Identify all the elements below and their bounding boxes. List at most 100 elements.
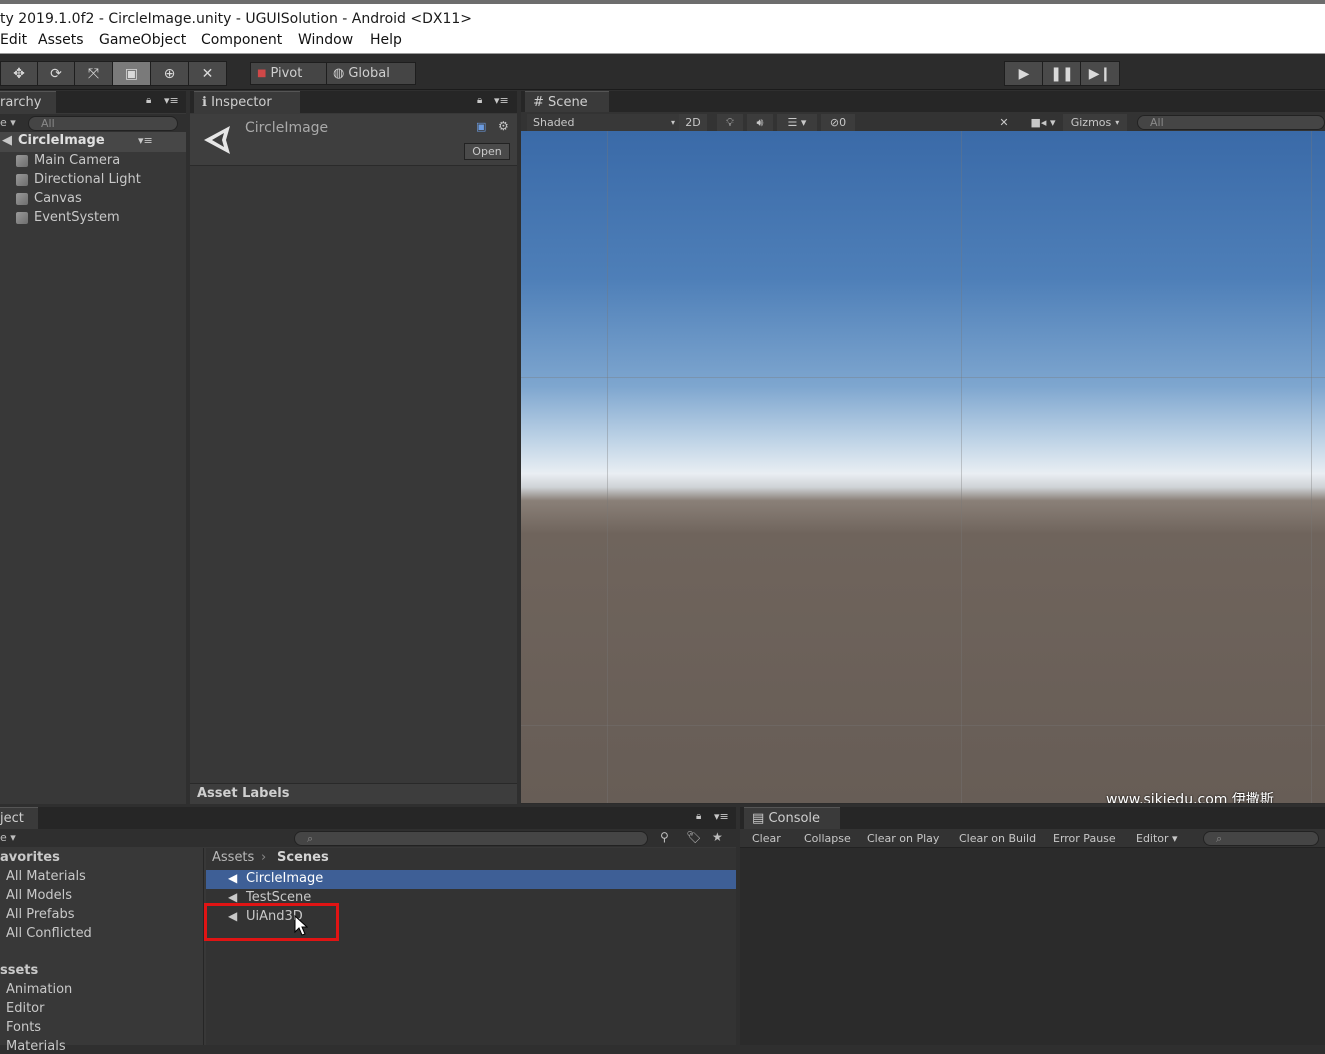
global-toggle[interactable]: ◍ Global [326,62,416,85]
console-toolbar: Clear Collapse Clear on Play Clear on Bu… [740,829,1325,848]
lock-icon[interactable]: 🔒︎ [696,811,701,822]
gear-icon[interactable]: ⚙ [498,119,509,133]
step-icon: ▶❙ [1088,65,1112,82]
favorite-item[interactable]: All Models [6,888,72,903]
play-button[interactable]: ▶ [1004,61,1044,86]
favorite-item[interactable]: All Conflicted [6,926,92,941]
favorites-header[interactable]: avorites [0,850,60,865]
tab-inspector[interactable]: ℹ Inspector [194,91,300,114]
gizmos-dropdown[interactable]: Gizmos ▾ [1063,114,1127,131]
favorite-star-icon[interactable]: ★ [712,830,723,844]
shading-mode-dropdown[interactable]: Shaded ▾ [527,114,681,131]
pause-button[interactable]: ❚❚ [1042,61,1082,86]
lighting-toggle[interactable]: 💡︎ [717,114,743,131]
console-clear-on-play-button[interactable]: Clear on Play [865,830,941,847]
breadcrumb-assets[interactable]: Assets [212,850,254,865]
transform-tool-button[interactable]: ⊕ [150,61,189,86]
panel-menu-icon[interactable]: ▾≡ [164,94,179,107]
open-button-label: Open [472,145,502,158]
folder-item[interactable]: Materials [6,1039,66,1054]
asset-labels-bar[interactable]: Asset Labels [190,783,517,804]
hierarchy-item[interactable]: Main Camera [16,151,120,170]
hierarchy-scene-row[interactable]: ◀ CircleImage ▾≡ [0,132,186,152]
project-create-dropdown[interactable]: e ▾ [0,831,16,844]
console-clear-on-build-button[interactable]: Clear on Build [957,830,1038,847]
camera-dropdown[interactable]: ■◂ ▾ [1023,114,1063,131]
inspector-header: CircleImage ▣ ⚙ Open [190,114,517,166]
hidden-objects-toggle[interactable]: ⊘ 0 [821,114,855,131]
tab-scene[interactable]: # Scene [525,91,609,114]
menu-gameobject[interactable]: GameObject [99,32,186,48]
panel-menu-icon[interactable]: ▾≡ [494,94,509,107]
menu-component[interactable]: Component [201,32,282,48]
tab-project[interactable]: ject [0,807,38,830]
rotate-tool-button[interactable]: ⟳ [37,61,75,86]
favorite-item[interactable]: All Prefabs [6,907,75,922]
scene-menu-icon[interactable]: ▾≡ [138,134,153,147]
filter-by-label-icon[interactable]: 🏷︎ [686,830,701,844]
open-button[interactable]: Open [464,143,510,160]
unity-scene-icon: ◀ [228,890,238,904]
menu-edit[interactable]: Edit [0,32,27,48]
lock-icon[interactable]: 🔒︎ [477,95,482,106]
hierarchy-item[interactable]: Directional Light [16,170,141,189]
assets-header[interactable]: ssets [0,963,38,978]
favorite-item[interactable]: All Materials [6,869,86,884]
hierarchy-item[interactable]: Canvas [16,189,82,208]
console-collapse-button[interactable]: Collapse [802,830,853,847]
menu-assets[interactable]: Assets [38,32,84,48]
console-editor-label: Editor ▾ [1136,832,1178,845]
console-editor-dropdown[interactable]: Editor ▾ [1134,830,1180,847]
panel-menu-icon[interactable]: ▾≡ [714,810,729,823]
eye-slash-icon: ⊘ [829,116,840,129]
hierarchy-search-input[interactable]: All [28,116,178,131]
search-icon: ⌕ [1216,832,1223,845]
hierarchy-item-label: Canvas [34,191,82,206]
project-panel: ject 🔒︎ ▾≡ e ▾ ⌕ ⚲ 🏷︎ ★ avorites All Mat… [0,807,736,1054]
hierarchy-item[interactable]: EventSystem [16,208,120,227]
file-row-selected[interactable]: ◀ CircleImage [206,870,736,889]
audio-toggle[interactable]: 🔊︎ [747,114,773,131]
scene-tab-label: Scene [548,95,588,110]
project-search-input[interactable]: ⌕ [294,831,648,846]
breadcrumb-scenes[interactable]: Scenes [277,850,329,865]
console-clear-on-play-label: Clear on Play [867,832,940,845]
filter-by-type-icon[interactable]: ⚲ [660,830,669,844]
custom-tool-button[interactable]: ✕ [188,61,227,86]
console-error-pause-button[interactable]: Error Pause [1051,830,1118,847]
menu-window[interactable]: Window [298,32,353,48]
move-tool-button[interactable]: ✥ [0,61,38,86]
scale-tool-button[interactable]: ⤧ [74,61,113,86]
project-tabstrip [0,807,736,829]
console-search-input[interactable]: ⌕ [1203,831,1319,846]
effects-dropdown[interactable]: ☰ ▾ [777,114,817,131]
global-label: Global [348,66,390,81]
scene-tools-button[interactable]: ✕ [991,114,1017,131]
console-panel: ▤ Console Clear Collapse Clear on Play C… [740,807,1325,1045]
lock-icon[interactable]: 🔒︎ [146,95,151,106]
help-icon[interactable]: ▣ [476,120,486,133]
inspector-tab-label: Inspector [211,95,272,110]
scene-search-input[interactable]: All [1137,115,1325,130]
rect-tool-button[interactable]: ▣ [112,61,151,86]
console-clear-button[interactable]: Clear [750,830,783,847]
pause-icon: ❚❚ [1050,65,1074,82]
search-icon: ⌕ [307,832,314,845]
tab-console[interactable]: ▤ Console [744,807,840,830]
menu-help[interactable]: Help [370,32,402,48]
hierarchy-create-dropdown[interactable]: e ▾ [0,116,16,129]
folder-item[interactable]: Animation [6,982,72,997]
breadcrumb: Assets › Scenes [206,848,736,869]
folder-item[interactable]: Editor [6,1001,44,1016]
step-button[interactable]: ▶❙ [1080,61,1120,86]
inspector-panel: ℹ Inspector 🔒︎ ▾≡ CircleImage ▣ ⚙ Open A… [190,91,517,804]
inspector-object-name: CircleImage [245,120,329,136]
tab-hierarchy[interactable]: rarchy [0,91,56,114]
gameobject-cube-icon [16,173,28,186]
scene-viewport[interactable]: www.sikiedu.com 伊撒斯 [521,131,1325,803]
lightbulb-icon: 💡︎ [726,115,734,129]
folder-item[interactable]: Fonts [6,1020,41,1035]
move-icon: ✥ [13,65,25,82]
2d-toggle[interactable]: 2D [679,114,707,131]
dropdown-arrow-icon: ▾ [670,118,675,127]
